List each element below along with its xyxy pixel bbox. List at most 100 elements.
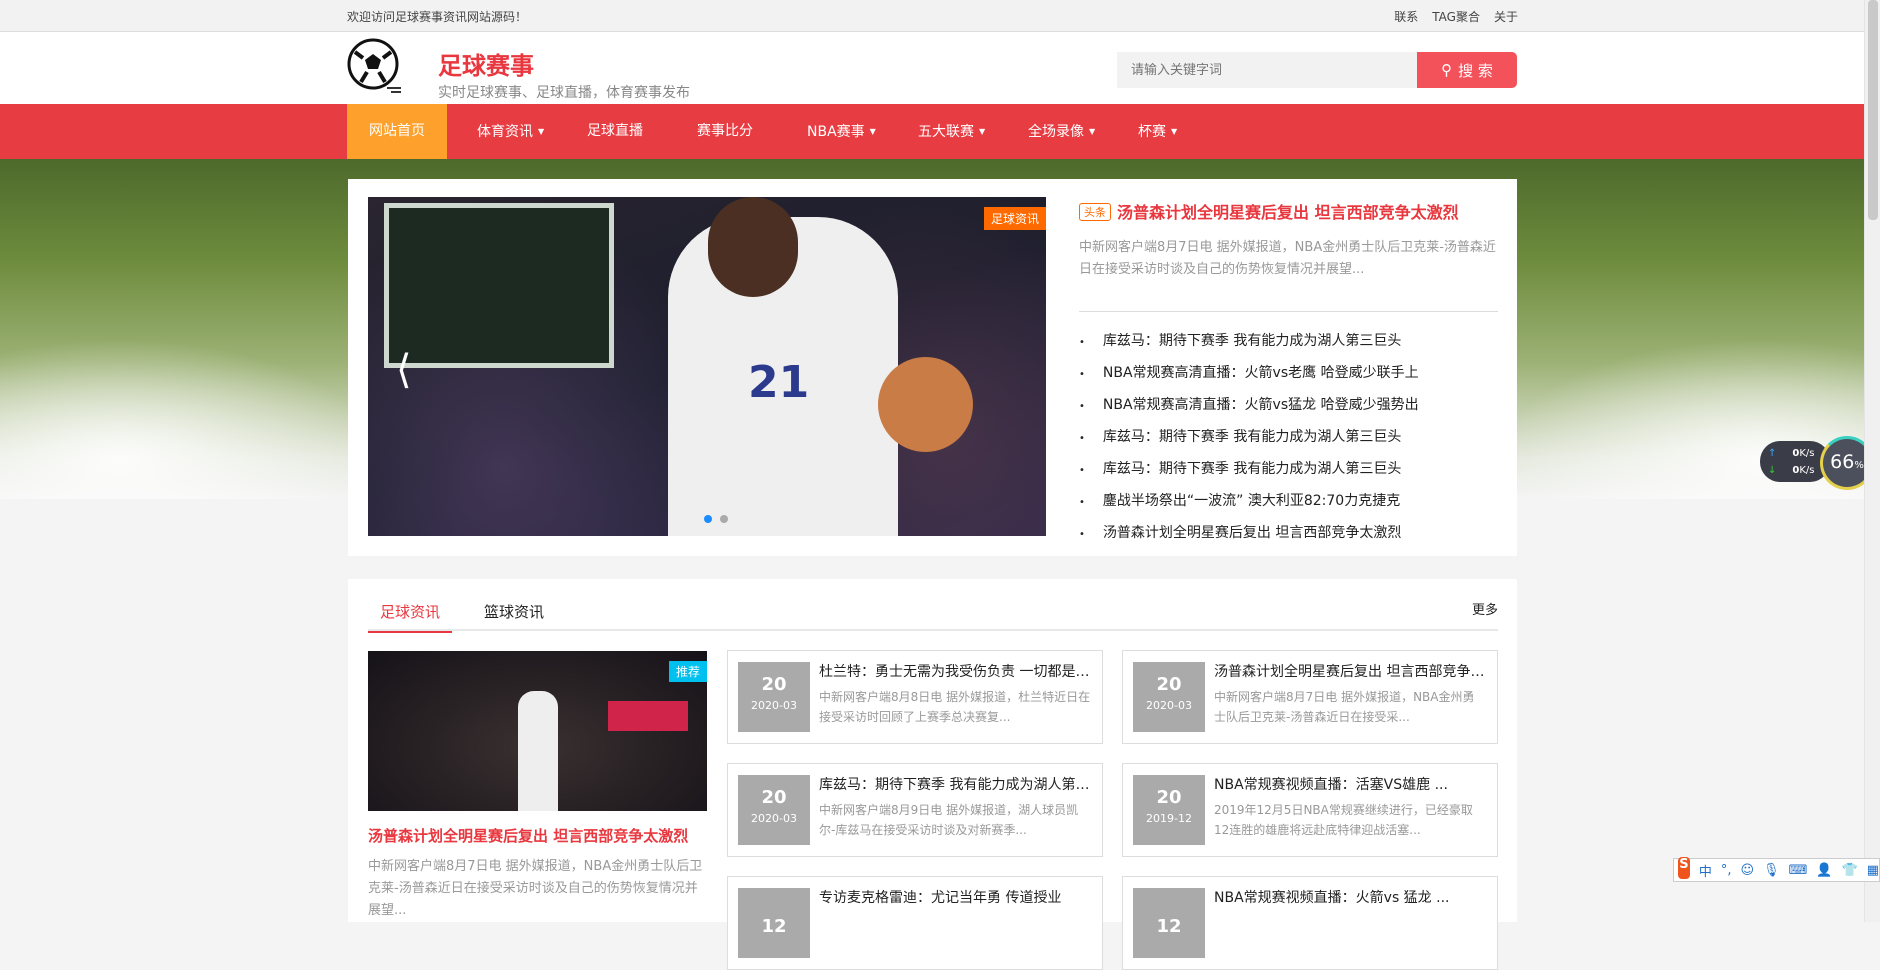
- list-item[interactable]: NBA常规赛高清直播：火箭vs老鹰 哈登威少联手上: [1079, 358, 1498, 390]
- speed-unit: K/s: [1799, 465, 1815, 476]
- arrow-down-icon: ↓: [1768, 465, 1777, 476]
- news-title[interactable]: NBA常规赛视频直播：火箭vs 猛龙 ...: [1214, 887, 1486, 907]
- date-box: 20 2019-12: [1133, 775, 1205, 845]
- player-head: [708, 197, 798, 297]
- main-nav: 网站首页 体育资讯 ▼ 足球直播 赛事比分 NBA赛事 ▼ 五大联赛 ▼ 全场录像 ▼ …: [0, 104, 1864, 159]
- headline-summary: 中新网客户端8月7日电 据外媒报道，NBA金州勇士队后卫克莱-汤普森近日在接受采…: [1079, 240, 1496, 277]
- news-summary: 2019年12月5日NBA常规赛继续进行，已经豪取12连胜的雄鹿将远赴底特律迎战…: [1214, 803, 1473, 837]
- banner-card: 21 足球资讯 ⟨ 头条 汤普森计划全明星赛后复出 坦言西部竞争太激烈 中新网客户…: [348, 179, 1517, 556]
- news-summary: 中新网客户端8月9日电 据外媒报道，湖人球员凯尔-库兹马在接受采访时谈及对新赛季…: [819, 803, 1079, 837]
- nav-cups[interactable]: 杯赛 ▼: [1138, 104, 1177, 159]
- microphone-icon[interactable]: 🎙: [1763, 863, 1780, 878]
- search-input[interactable]: [1117, 52, 1417, 88]
- caret-down-icon: ▼: [979, 127, 986, 136]
- caret-down-icon: ▼: [538, 127, 545, 136]
- date-day: 12: [1156, 916, 1182, 937]
- news-item[interactable]: 20 2020-03 库兹马：期待下赛季 我有能力成为湖人第三巨头中新网客户端8月9…: [727, 763, 1103, 857]
- news-title[interactable]: 专访麦克格雷迪：尤记当年勇 传道授业: [819, 887, 1091, 907]
- nav-scores[interactable]: 赛事比分: [697, 104, 753, 159]
- scrollbar[interactable]: [1864, 0, 1880, 922]
- news-title[interactable]: 杜兰特：勇士无需为我受伤负责 一切都是命运: [819, 661, 1091, 681]
- network-speed-widget[interactable]: ↑ 0K/s ↓ 0K/s 66%: [1760, 436, 1874, 490]
- date-box: 12: [1133, 888, 1205, 958]
- headline[interactable]: 头条 汤普森计划全明星赛后复出 坦言西部竞争太激烈: [1079, 199, 1498, 223]
- news-item[interactable]: 12 NBA常规赛视频直播：火箭vs 猛龙 ...: [1122, 876, 1498, 970]
- slide-category-badge[interactable]: 足球资讯: [983, 207, 1046, 230]
- arena-banner: [608, 701, 688, 731]
- news-card: 足球资讯 篮球资讯 更多 推荐 汤普森计划全明星赛后复出 坦言西部竞争太激烈 中…: [348, 579, 1517, 970]
- chevron-left-icon[interactable]: ⟨: [396, 347, 412, 393]
- link-tag[interactable]: TAG聚合: [1432, 8, 1480, 25]
- date-month: 2019-12: [1146, 812, 1192, 825]
- nav-label: NBA赛事: [807, 124, 865, 140]
- headline-tag: 头条: [1079, 203, 1111, 221]
- caret-down-icon: ▼: [869, 127, 876, 136]
- tab-basketball-news[interactable]: 篮球资讯: [484, 601, 544, 622]
- more-link[interactable]: 更多: [1472, 599, 1498, 618]
- date-day: 20: [1156, 674, 1182, 695]
- news-item[interactable]: 20 2020-03 汤普森计划全明星赛后复出 坦言西部竞争太激烈中新网客户端8月7…: [1122, 650, 1498, 744]
- date-day: 20: [1156, 787, 1182, 808]
- punctuation-toggle[interactable]: °,: [1721, 863, 1732, 878]
- news-title[interactable]: 库兹马：期待下赛季 我有能力成为湖人第三巨头: [819, 774, 1091, 794]
- news-item[interactable]: 20 2020-03 杜兰特：勇士无需为我受伤负责 一切都是命运中新网客户端8月8日…: [727, 650, 1103, 744]
- list-item[interactable]: 库兹马：期待下赛季 我有能力成为湖人第三巨头: [1079, 326, 1498, 358]
- feature-image[interactable]: 推荐: [368, 651, 707, 811]
- header: 足球赛事 实时足球赛事、足球直播，体育赛事发布 ⚲ 搜 索: [0, 32, 1864, 104]
- nav-football-live[interactable]: 足球直播: [587, 104, 643, 159]
- date-month: 2020-03: [751, 699, 797, 712]
- news-item[interactable]: 20 2019-12 NBA常规赛视频直播：活塞VS雄鹿 ... 2019年12月5日…: [1122, 763, 1498, 857]
- headline-text: 汤普森计划全明星赛后复出 坦言西部竞争太激烈: [1117, 203, 1459, 222]
- nav-sports-news[interactable]: 体育资讯 ▼: [477, 104, 544, 159]
- date-day: 20: [761, 674, 787, 695]
- ime-mode-toggle[interactable]: 中: [1699, 861, 1712, 880]
- tab-football-news[interactable]: 足球资讯: [368, 601, 452, 633]
- skin-shirt-icon[interactable]: 👕: [1842, 863, 1858, 878]
- news-summary: 中新网客户端8月7日电 据外媒报道，NBA金州勇士队后卫克莱-汤普森近日在接受采…: [1214, 690, 1475, 724]
- nav-five-leagues[interactable]: 五大联赛 ▼: [918, 104, 985, 159]
- search-button[interactable]: ⚲ 搜 索: [1417, 52, 1517, 88]
- user-icon[interactable]: 👤: [1816, 863, 1832, 878]
- link-contact[interactable]: 联系: [1394, 8, 1418, 25]
- nav-home[interactable]: 网站首页: [347, 104, 447, 159]
- news-title[interactable]: 汤普森计划全明星赛后复出 坦言西部竞争太激烈: [1214, 661, 1486, 681]
- nav-label: 杯赛: [1138, 124, 1166, 140]
- list-item[interactable]: 库兹马：期待下赛季 我有能力成为湖人第三巨头: [1079, 422, 1498, 454]
- date-box: 20 2020-03: [738, 775, 810, 845]
- grid-menu-icon[interactable]: ▦: [1867, 863, 1879, 878]
- divider: [1079, 311, 1498, 312]
- feature-summary: 中新网客户端8月7日电 据外媒报道，NBA金州勇士队后卫克莱-汤普森近日在接受采…: [368, 859, 703, 918]
- emoji-icon[interactable]: ☺: [1740, 863, 1754, 878]
- slider-dot[interactable]: [704, 515, 712, 523]
- caret-down-icon: ▼: [1171, 127, 1178, 136]
- search-icon: ⚲: [1441, 61, 1453, 79]
- gauge-percent-sign: %: [1854, 460, 1864, 471]
- list-item[interactable]: 库兹马：期待下赛季 我有能力成为湖人第三巨头: [1079, 454, 1498, 486]
- list-item[interactable]: 鏖战半场祭出“一波流” 澳大利亚82:70力克捷克: [1079, 486, 1498, 518]
- link-about[interactable]: 关于: [1494, 8, 1518, 25]
- news-summary: 中新网客户端8月8日电 据外媒报道，杜兰特近日在接受采访时回顾了上赛季总决赛复.…: [819, 690, 1091, 724]
- news-item[interactable]: 12 专访麦克格雷迪：尤记当年勇 传道授业: [727, 876, 1103, 970]
- nav-replays[interactable]: 全场录像 ▼: [1028, 104, 1095, 159]
- list-item[interactable]: NBA常规赛高清直播：火箭vs猛龙 哈登威少强势出: [1079, 390, 1498, 422]
- nav-nba[interactable]: NBA赛事 ▼: [807, 104, 876, 159]
- feature-article[interactable]: 推荐 汤普森计划全明星赛后复出 坦言西部竞争太激烈 中新网客户端8月7日电 据外…: [368, 651, 707, 922]
- image-slider[interactable]: 21 足球资讯 ⟨: [368, 197, 1046, 536]
- sogou-logo-icon[interactable]: S: [1678, 857, 1690, 879]
- keyboard-icon[interactable]: ⌨: [1789, 863, 1808, 878]
- soccer-ball-logo[interactable]: [347, 38, 403, 94]
- gauge-percent: 66: [1830, 451, 1855, 473]
- scrollbar-thumb[interactable]: [1868, 0, 1878, 220]
- welcome-text: 欢迎访问足球赛事资讯网站源码！: [347, 10, 528, 24]
- basketball: [878, 357, 973, 452]
- list-item[interactable]: 汤普森计划全明星赛后复出 坦言西部竞争太激烈: [1079, 518, 1498, 550]
- slider-dot[interactable]: [720, 515, 728, 523]
- search-label: 搜 索: [1458, 61, 1493, 80]
- date-day: 12: [761, 916, 787, 937]
- feature-title[interactable]: 汤普森计划全明星赛后复出 坦言西部竞争太激烈: [368, 825, 707, 846]
- news-list: 库兹马：期待下赛季 我有能力成为湖人第三巨头 NBA常规赛高清直播：火箭vs老鹰…: [1079, 326, 1498, 550]
- news-title[interactable]: NBA常规赛视频直播：活塞VS雄鹿 ...: [1214, 774, 1486, 794]
- date-box: 20 2020-03: [1133, 662, 1205, 732]
- site-title[interactable]: 足球赛事: [438, 46, 534, 81]
- player-figure: [518, 691, 558, 811]
